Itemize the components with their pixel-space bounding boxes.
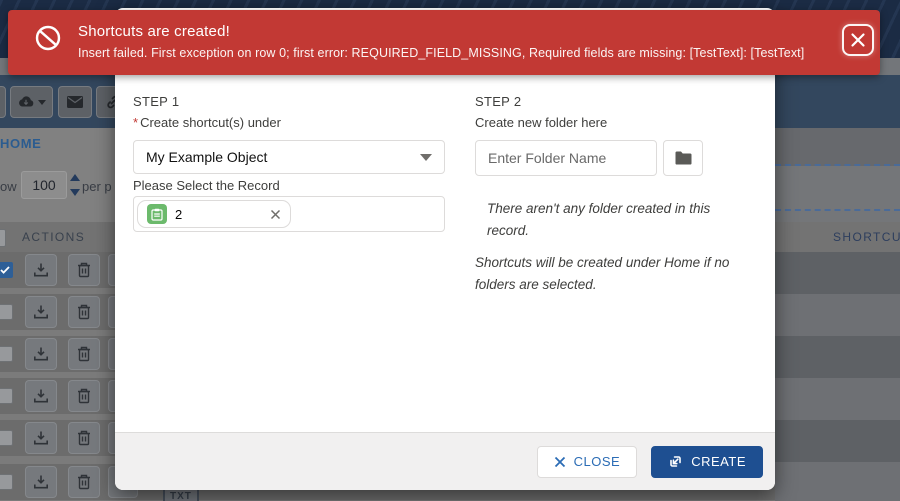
delete-button[interactable] bbox=[68, 338, 100, 370]
dashed-divider bbox=[775, 164, 900, 166]
create-button[interactable]: CREATE bbox=[651, 446, 763, 478]
trash-icon bbox=[77, 388, 91, 404]
toolbar-button-partial[interactable] bbox=[0, 86, 6, 118]
delete-button[interactable] bbox=[68, 254, 100, 286]
background-right-panel bbox=[775, 128, 900, 222]
step1-field-label: *Create shortcut(s) under bbox=[133, 115, 281, 130]
record-select-input[interactable]: 2 bbox=[133, 196, 445, 232]
actions-column-header: ACTIONS bbox=[22, 230, 85, 244]
trash-icon bbox=[77, 304, 91, 320]
required-asterisk: * bbox=[133, 115, 138, 130]
cloud-download-icon bbox=[17, 95, 35, 109]
breadcrumb[interactable]: HOME bbox=[0, 136, 41, 151]
trash-icon bbox=[77, 430, 91, 446]
download-button[interactable] bbox=[25, 380, 57, 412]
page-size-suffix: per p bbox=[82, 179, 112, 194]
download-button[interactable] bbox=[25, 338, 57, 370]
page-size-stepper[interactable] bbox=[70, 174, 80, 196]
row-checkbox[interactable] bbox=[0, 430, 13, 446]
modal-footer: CLOSE CREATE bbox=[115, 432, 775, 490]
row-checkbox[interactable] bbox=[0, 262, 13, 278]
chevron-down-icon bbox=[38, 100, 46, 105]
delete-button[interactable] bbox=[68, 466, 100, 498]
close-icon bbox=[850, 32, 866, 48]
close-button[interactable]: CLOSE bbox=[537, 446, 638, 478]
download-button[interactable] bbox=[25, 422, 57, 454]
check-icon bbox=[0, 266, 10, 274]
screen: HOME ow 100 per p ACTIONS SHORTCUT bbox=[0, 0, 900, 501]
page-size-prefix: ow bbox=[0, 179, 17, 194]
toast-title: Shortcuts are created! bbox=[78, 23, 230, 40]
download-icon bbox=[33, 474, 49, 490]
step1-title: STEP 1 bbox=[133, 94, 179, 109]
cloud-download-button[interactable] bbox=[10, 86, 53, 118]
chevron-down-icon bbox=[420, 154, 432, 161]
error-toast: Shortcuts are created! Insert failed. Fi… bbox=[8, 10, 880, 75]
download-icon bbox=[33, 430, 49, 446]
mail-button[interactable] bbox=[58, 86, 92, 118]
shortcut-column-header: SHORTCUT bbox=[833, 230, 900, 244]
dashed-divider bbox=[775, 209, 900, 211]
download-button[interactable] bbox=[25, 254, 57, 286]
download-icon bbox=[33, 304, 49, 320]
delete-button[interactable] bbox=[68, 422, 100, 454]
record-icon bbox=[147, 204, 167, 224]
folder-icon bbox=[675, 151, 692, 165]
record-pill: 2 bbox=[137, 200, 291, 228]
delete-button[interactable] bbox=[68, 296, 100, 328]
step2-title: STEP 2 bbox=[475, 94, 521, 109]
create-icon bbox=[668, 454, 683, 469]
object-select-value: My Example Object bbox=[146, 149, 420, 165]
home-default-note: Shortcuts will be created under Home if … bbox=[475, 252, 745, 297]
stepper-up-icon[interactable] bbox=[70, 174, 80, 181]
download-icon bbox=[33, 388, 49, 404]
remove-icon bbox=[270, 209, 281, 220]
record-label: Please Select the Record bbox=[133, 178, 280, 193]
toast-close-button[interactable] bbox=[842, 24, 874, 56]
step2-field-label: Create new folder here bbox=[475, 115, 607, 130]
dropzone-band bbox=[775, 166, 900, 222]
stepper-down-icon[interactable] bbox=[70, 189, 80, 196]
toast-message: Insert failed. First exception on row 0;… bbox=[78, 46, 804, 60]
page-size-input[interactable]: 100 bbox=[21, 171, 67, 199]
record-pill-value: 2 bbox=[175, 207, 262, 222]
trash-icon bbox=[77, 346, 91, 362]
object-select[interactable]: My Example Object bbox=[133, 140, 445, 174]
create-folder-button[interactable] bbox=[663, 140, 703, 176]
row-checkbox[interactable] bbox=[0, 388, 13, 404]
download-button[interactable] bbox=[25, 296, 57, 328]
folder-name-input[interactable] bbox=[475, 140, 657, 176]
download-icon bbox=[33, 262, 49, 278]
no-folders-note: There aren't any folder created in this … bbox=[487, 198, 739, 243]
mail-icon bbox=[67, 96, 83, 108]
remove-record-button[interactable] bbox=[270, 209, 281, 220]
trash-icon bbox=[77, 474, 91, 490]
create-shortcuts-modal: STEP 1 *Create shortcut(s) under My Exam… bbox=[115, 8, 775, 490]
download-icon bbox=[33, 346, 49, 362]
row-checkbox[interactable] bbox=[0, 474, 13, 490]
trash-icon bbox=[77, 262, 91, 278]
close-x-icon bbox=[554, 456, 566, 468]
download-button[interactable] bbox=[25, 466, 57, 498]
select-all-checkbox[interactable] bbox=[0, 229, 6, 247]
delete-button[interactable] bbox=[68, 380, 100, 412]
row-checkbox[interactable] bbox=[0, 304, 13, 320]
row-checkbox[interactable] bbox=[0, 346, 13, 362]
background-right-rows bbox=[775, 252, 900, 501]
ban-icon bbox=[34, 24, 62, 57]
